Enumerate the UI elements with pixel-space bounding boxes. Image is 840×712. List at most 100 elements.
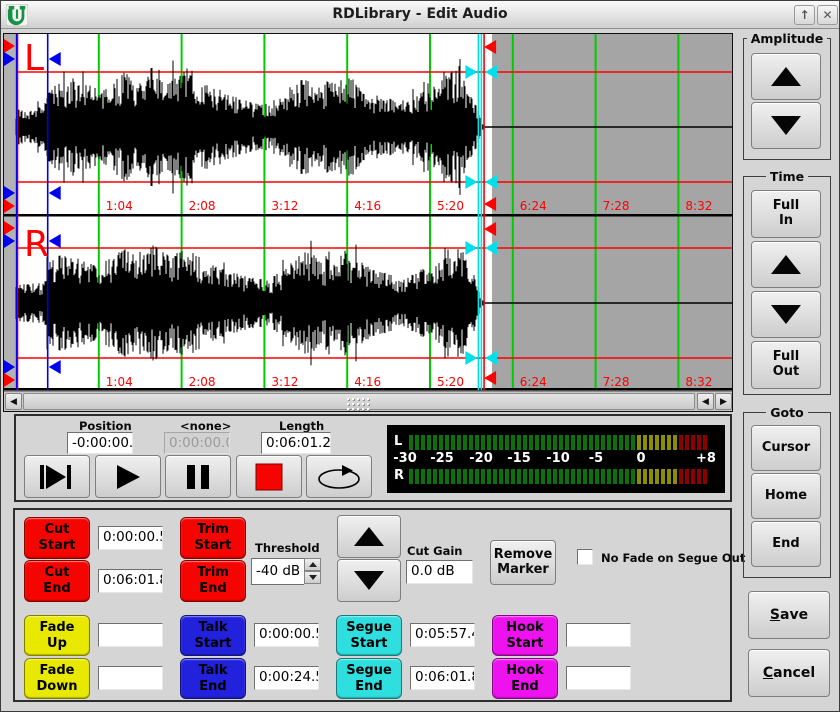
goto-home-button[interactable]: Home xyxy=(751,473,821,519)
time-full-in-button[interactable]: Full In xyxy=(751,190,821,238)
stop-button[interactable] xyxy=(236,455,302,498)
cut-end-value[interactable]: 0:06:01.8 xyxy=(98,569,163,593)
amplitude-up-button[interactable] xyxy=(751,53,821,100)
gain-up-button[interactable] xyxy=(337,515,401,558)
cancel-button[interactable]: Cancel xyxy=(748,649,830,697)
save-button[interactable]: Save xyxy=(748,591,830,639)
waveform-canvas[interactable]: 1:041:042:082:083:123:124:164:165:205:20… xyxy=(4,34,732,391)
play-button[interactable] xyxy=(95,455,161,498)
window-title: RDLibrary - Edit Audio xyxy=(1,6,839,22)
goto-group-title: Goto xyxy=(766,405,807,420)
remove-marker-button[interactable]: Remove Marker xyxy=(490,540,556,585)
cut-end-button[interactable]: Cut End xyxy=(24,560,90,602)
no-fade-label: No Fade on Segue Out xyxy=(601,551,745,565)
fade-down-value[interactable] xyxy=(98,666,163,690)
meter-segment xyxy=(685,435,689,450)
hook-start-button[interactable]: Hook Start xyxy=(492,615,558,656)
time-full-out-button[interactable]: Full Out xyxy=(751,341,821,389)
meter-segment xyxy=(613,435,617,450)
threshold-down-icon[interactable] xyxy=(304,571,321,584)
no-fade-checkbox[interactable] xyxy=(577,549,593,565)
fade-up-button[interactable]: Fade Up xyxy=(24,615,90,656)
meter-segment xyxy=(631,469,635,484)
talk-end-value[interactable]: 0:00:24.5 xyxy=(254,666,319,690)
pause-button[interactable] xyxy=(165,455,231,498)
meter-segment xyxy=(433,469,437,484)
segue-start-value[interactable]: 0:05:57.4 xyxy=(410,623,475,647)
meter-scale-label: -5 xyxy=(589,451,603,466)
meter-segment xyxy=(697,469,701,484)
meter-segment xyxy=(439,469,443,484)
length-label: Length xyxy=(279,419,324,433)
up-arrow-icon xyxy=(771,67,801,86)
trim-end-button[interactable]: Trim End xyxy=(180,560,246,602)
scroll-right-icon[interactable]: ▶ xyxy=(715,393,732,410)
svg-text:8:32: 8:32 xyxy=(685,199,712,213)
svg-text:5:20: 5:20 xyxy=(437,199,464,213)
titlebar[interactable]: RDLibrary - Edit Audio ↑ ✕ xyxy=(1,1,839,29)
meter-segment xyxy=(643,435,647,450)
hook-start-value[interactable] xyxy=(566,623,631,647)
meter-segment xyxy=(529,469,533,484)
meter-segment xyxy=(571,435,575,450)
meter-segment xyxy=(577,469,581,484)
segue-end-value[interactable]: 0:06:01.8 xyxy=(410,666,475,690)
goto-end-button[interactable]: End xyxy=(751,521,821,567)
gain-down-button[interactable] xyxy=(337,559,401,602)
segue-end-button[interactable]: Segue End xyxy=(336,658,402,699)
meter-segment xyxy=(607,469,611,484)
meter-segment xyxy=(523,469,527,484)
meter-segment xyxy=(445,469,449,484)
segue-start-button[interactable]: Segue Start xyxy=(336,615,402,656)
scroll-left-icon[interactable]: ◀ xyxy=(5,393,22,410)
amplitude-down-button[interactable] xyxy=(751,102,821,149)
meter-segment xyxy=(499,469,503,484)
scroll-left2-icon[interactable]: ◀ xyxy=(697,393,714,410)
fade-up-value[interactable] xyxy=(98,623,163,647)
meter-scale-label: -30 xyxy=(393,451,417,466)
waveform-display[interactable]: 1:041:042:082:083:123:124:164:165:205:20… xyxy=(3,33,733,412)
meter-segment xyxy=(655,435,659,450)
cut-gain-value[interactable]: 0.0 dB xyxy=(406,560,473,584)
time-down-button[interactable] xyxy=(751,291,821,338)
meter-segment xyxy=(667,469,671,484)
trim-start-button[interactable]: Trim Start xyxy=(180,517,246,559)
meter-left-label: L xyxy=(394,434,402,449)
marker-panel: Cut Start 0:00:00.5 Cut End 0:06:01.8 Tr… xyxy=(13,508,732,702)
hook-end-button[interactable]: Hook End xyxy=(492,658,558,699)
talk-end-button[interactable]: Talk End xyxy=(180,658,246,699)
shade-window-button[interactable]: ↑ xyxy=(794,5,815,25)
meter-segment xyxy=(601,469,605,484)
hook-end-value[interactable] xyxy=(566,666,631,690)
length-value: 0:06:01.2 xyxy=(261,432,331,454)
stop-icon xyxy=(255,463,283,491)
scrollbar-thumb[interactable] xyxy=(23,393,695,410)
cut-start-button[interactable]: Cut Start xyxy=(24,517,90,559)
threshold-spinbox[interactable]: -40 dB xyxy=(251,558,321,585)
talk-start-value[interactable]: 0:00:00.5 xyxy=(254,623,319,647)
goto-cursor-button[interactable]: Cursor xyxy=(751,425,821,471)
svg-text:3:12: 3:12 xyxy=(271,199,298,213)
meter-segment xyxy=(439,435,443,450)
waveform-scrollbar[interactable]: ◀ ◀ ▶ xyxy=(4,391,732,411)
meter-segment xyxy=(691,435,695,450)
close-window-button[interactable]: ✕ xyxy=(817,5,838,25)
svg-text:7:28: 7:28 xyxy=(603,375,630,389)
edit-audio-window: RDLibrary - Edit Audio ↑ ✕ 1:041:042:082… xyxy=(0,0,840,712)
meter-segment xyxy=(463,469,467,484)
cut-start-value[interactable]: 0:00:00.5 xyxy=(98,526,163,550)
time-up-button[interactable] xyxy=(751,241,821,288)
meter-segment xyxy=(535,469,539,484)
svg-text:1:04: 1:04 xyxy=(106,199,133,213)
meter-segment xyxy=(427,469,431,484)
meter-segment xyxy=(661,435,665,450)
loop-button[interactable] xyxy=(306,455,372,498)
play-from-start-button[interactable] xyxy=(24,455,90,498)
threshold-up-icon[interactable] xyxy=(304,558,321,571)
level-meter: L R -30-25-20-15-10-50+8 xyxy=(387,425,725,493)
talk-start-button[interactable]: Talk Start xyxy=(180,615,246,656)
fade-down-button[interactable]: Fade Down xyxy=(24,658,90,699)
threshold-value[interactable]: -40 dB xyxy=(251,558,304,585)
meter-segment xyxy=(613,469,617,484)
meter-segment xyxy=(547,469,551,484)
